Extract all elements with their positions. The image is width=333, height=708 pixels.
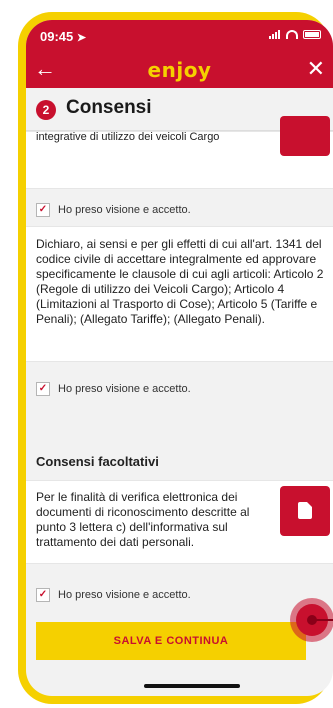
optional-consents-title: Consensi facoltativi [36, 454, 159, 469]
time-text: 09:45 [40, 29, 74, 44]
checkbox-icon[interactable]: ✓ [36, 382, 50, 396]
accept-checkbox-3[interactable]: ✓ Ho preso visione e accetto. [36, 588, 191, 602]
declaration-card: Dichiaro, ai sensi e per gli effetti di … [26, 226, 333, 362]
signal-icon [269, 30, 281, 39]
pdf-document-icon [298, 502, 312, 519]
wifi-icon [286, 30, 298, 39]
pdf-download-button[interactable] [280, 486, 330, 536]
home-indicator [144, 684, 240, 688]
close-icon[interactable]: ✕ [307, 56, 325, 82]
checkbox-label: Ho preso visione e accetto. [58, 204, 191, 216]
checkbox-icon[interactable]: ✓ [36, 588, 50, 602]
location-arrow-icon: ➤ [76, 32, 87, 44]
declaration-text: Dichiaro, ai sensi e per gli effetti di … [36, 237, 324, 326]
status-bar: 09:45 ➤ [26, 20, 333, 52]
nav-bar: ← enjoy ✕ [26, 52, 333, 88]
system-icons [269, 30, 321, 39]
checkbox-label: Ho preso visione e accetto. [58, 383, 191, 395]
checkbox-label: Ho preso visione e accetto. [58, 589, 191, 601]
checkbox-icon[interactable]: ✓ [36, 203, 50, 217]
clipped-card-text: integrative di utilizzo dei veicoli Carg… [36, 131, 220, 143]
save-continue-button[interactable]: SALVA E CONTINUA [36, 622, 306, 660]
optional-consent-text: Per le finalità di verifica elettronica … [36, 490, 250, 549]
tap-indicator-dot [307, 615, 317, 625]
app-screen: 09:45 ➤ ← enjoy ✕ 2 Consensi integrative… [26, 20, 333, 696]
pdf-download-button-top[interactable] [280, 116, 330, 156]
battery-icon [303, 30, 321, 39]
brand-logo: enjoy [147, 58, 212, 82]
status-time: 09:45 ➤ [40, 29, 86, 44]
accept-checkbox-1[interactable]: ✓ Ho preso visione e accetto. [36, 203, 191, 217]
section-title: Consensi [66, 97, 152, 118]
step-badge: 2 [36, 100, 56, 120]
accept-checkbox-2[interactable]: ✓ Ho preso visione e accetto. [36, 382, 191, 396]
